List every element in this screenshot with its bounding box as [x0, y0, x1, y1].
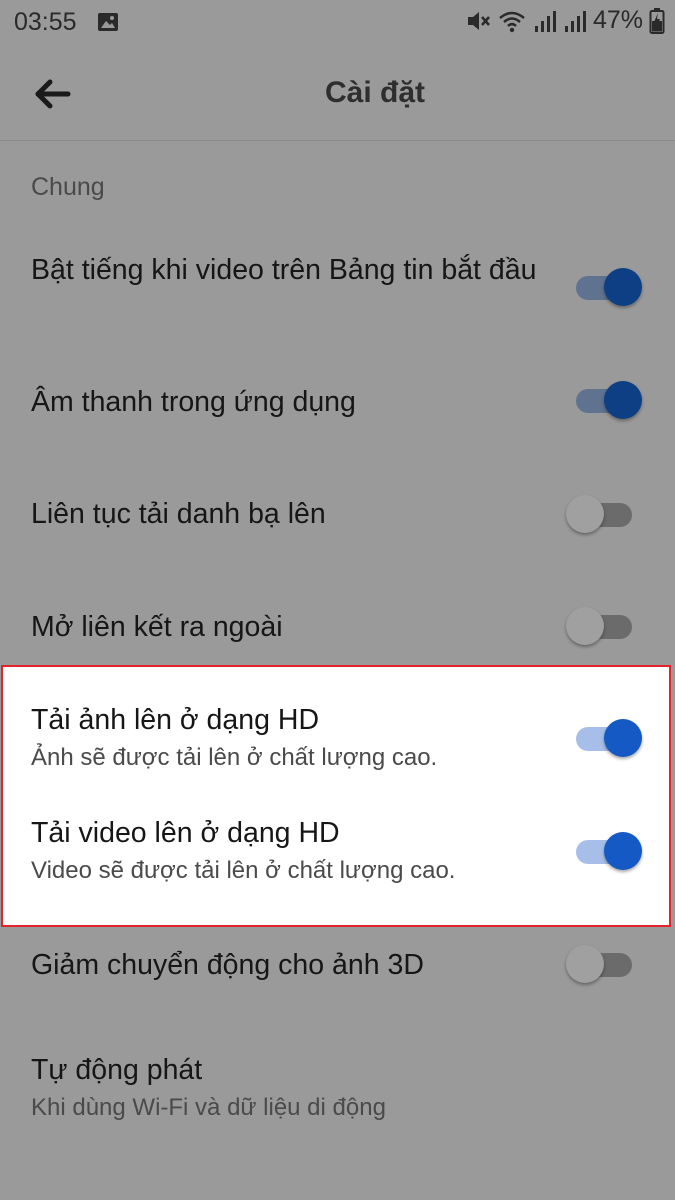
- toggle-knob: [604, 719, 642, 757]
- setting-subtitle: Video sẽ được tải lên ở chất lượng cao.: [31, 857, 456, 884]
- contacts-upload-toggle[interactable]: [566, 495, 638, 535]
- upload-photos-hd-toggle[interactable]: [574, 719, 642, 759]
- setting-title: Tải video lên ở dạng HD: [31, 817, 340, 849]
- setting-subtitle: Khi dùng Wi-Fi và dữ liệu di động: [31, 1094, 386, 1121]
- setting-title: Bật tiếng khi video trên Bảng tin bắt đầ…: [31, 254, 537, 286]
- setting-title: Tải ảnh lên ở dạng HD: [31, 704, 320, 736]
- open-links-externally-toggle[interactable]: [566, 607, 638, 647]
- section-header: Chung: [31, 173, 105, 201]
- wifi-icon: [499, 11, 525, 32]
- page-title: Cài đặt: [324, 76, 426, 109]
- app-bar: Cài đặt: [0, 46, 675, 141]
- toggle-knob: [604, 381, 642, 419]
- setting-row-upload-videos-hd[interactable]: Tải video lên ở dạng HD Video sẽ được tả…: [31, 813, 571, 887]
- setting-title: Âm thanh trong ứng dụng: [31, 386, 356, 418]
- setting-row-autoplay[interactable]: Tự động phát Khi dùng Wi-Fi và dữ liệu d…: [31, 1050, 571, 1124]
- setting-row-feed-video-sound[interactable]: Bật tiếng khi video trên Bảng tin bắt đầ…: [31, 250, 571, 290]
- reduce-3d-motion-toggle[interactable]: [566, 945, 638, 985]
- setting-subtitle: Ảnh sẽ được tải lên ở chất lượng cao.: [31, 744, 438, 771]
- battery-percent: 47%: [592, 6, 643, 34]
- toggle-knob: [566, 945, 604, 983]
- setting-row-open-links-externally[interactable]: Mở liên kết ra ngoài: [31, 607, 571, 647]
- signal-icon: [534, 10, 556, 32]
- mute-icon: [467, 11, 490, 30]
- setting-row-reduce-3d-motion[interactable]: Giảm chuyển động cho ảnh 3D: [31, 945, 571, 985]
- signal-icon: [564, 10, 586, 32]
- setting-row-app-sound[interactable]: Âm thanh trong ứng dụng: [31, 382, 571, 422]
- setting-title: Mở liên kết ra ngoài: [31, 611, 283, 643]
- setting-title: Giảm chuyển động cho ảnh 3D: [31, 949, 424, 981]
- setting-row-upload-photos-hd[interactable]: Tải ảnh lên ở dạng HD Ảnh sẽ được tải lê…: [31, 700, 571, 774]
- status-icons: 47%: [465, 6, 665, 35]
- toggle-knob: [566, 495, 604, 533]
- toggle-knob: [604, 268, 642, 306]
- status-time: 03:55: [14, 8, 77, 36]
- setting-row-contacts-upload[interactable]: Liên tục tải danh bạ lên: [31, 494, 571, 534]
- toggle-knob: [604, 832, 642, 870]
- setting-title: Liên tục tải danh bạ lên: [31, 498, 326, 530]
- toggle-knob: [566, 607, 604, 645]
- upload-videos-hd-toggle[interactable]: [574, 832, 642, 872]
- image-icon: [98, 13, 118, 31]
- status-bar: 03:55 47%: [0, 0, 675, 46]
- feed-video-sound-toggle[interactable]: [574, 268, 642, 308]
- app-sound-toggle[interactable]: [574, 381, 642, 421]
- setting-title: Tự động phát: [31, 1054, 203, 1086]
- battery-charging-icon: [649, 7, 665, 34]
